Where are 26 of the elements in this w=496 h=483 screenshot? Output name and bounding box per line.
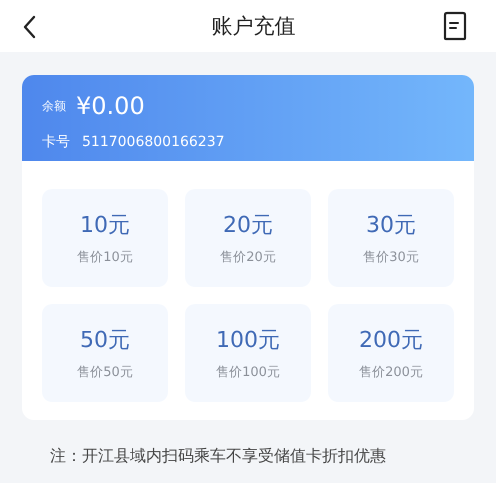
price-text: 售价10元 [77,249,133,266]
back-icon[interactable] [22,15,36,39]
amount-text: 20元 [223,212,273,240]
amount-option[interactable]: 100元 售价100元 [185,304,311,402]
balance-value: ¥0.00 [76,92,145,120]
amount-text: 30元 [366,212,416,240]
amount-option[interactable]: 10元 售价10元 [42,189,168,287]
amount-option[interactable]: 20元 售价20元 [185,189,311,287]
amount-text: 50元 [80,327,130,355]
price-text: 售价30元 [363,249,419,266]
document-icon[interactable] [443,11,467,41]
price-text: 售价50元 [77,364,133,381]
amount-option[interactable]: 200元 售价200元 [328,304,454,402]
price-text: 售价20元 [220,249,276,266]
card-number-label: 卡号 [42,133,70,151]
price-text: 售价100元 [216,364,280,381]
price-text: 售价200元 [359,364,423,381]
note-text: 注：开江县域内扫码乘车不享受储值卡折扣优惠 [50,446,387,467]
balance-label: 余额 [42,98,66,114]
page-title: 账户充值 [212,13,296,40]
amount-text: 100元 [216,327,280,355]
amount-option[interactable]: 30元 售价30元 [328,189,454,287]
amount-text: 10元 [80,212,130,240]
amount-option[interactable]: 50元 售价50元 [42,304,168,402]
amount-text: 200元 [359,327,423,355]
card-number: 5117006800166237 [82,134,225,150]
